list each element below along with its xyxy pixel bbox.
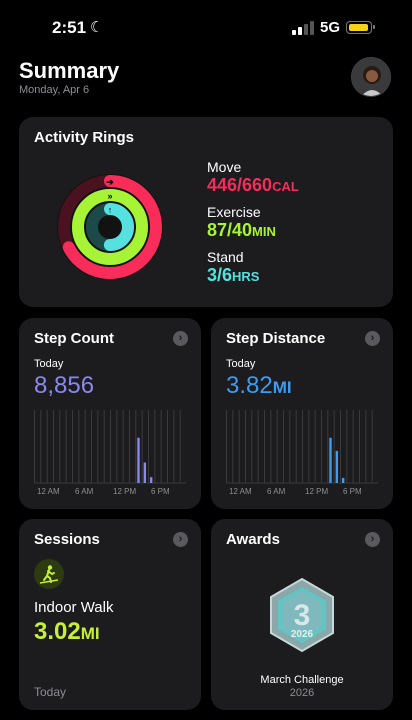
chevron-right-icon[interactable]: ›	[173, 331, 188, 346]
sessions-title: Sessions	[34, 531, 100, 548]
exercise-unit: MIN	[252, 224, 276, 239]
step-distance-axis-12am: 12 AM	[229, 487, 252, 496]
page-title: Summary	[19, 58, 120, 83]
step-count-axis-6am: 6 AM	[75, 487, 94, 496]
activity-rings-card[interactable]: Activity Rings ➔ » ↑ Move 446/660CAL Exe…	[19, 117, 393, 307]
chevron-right-icon[interactable]: ›	[173, 532, 188, 547]
step-distance-value: 3.82	[226, 372, 273, 399]
activity-rings-graphic: ➔ » ↑	[57, 174, 163, 280]
step-distance-period: Today	[226, 358, 256, 370]
awards-title: Awards	[226, 531, 280, 548]
move-unit: CAL	[272, 179, 299, 194]
step-distance-axis-12pm: 12 PM	[305, 487, 329, 496]
page-date: Monday, Apr 6	[19, 84, 90, 96]
stand-label: Stand	[207, 249, 244, 265]
indoor-walk-icon	[34, 559, 64, 589]
profile-avatar[interactable]	[351, 57, 391, 97]
move-label: Move	[207, 159, 242, 175]
step-count-title: Step Count	[34, 330, 114, 347]
move-arrow-icon: ➔	[106, 177, 114, 187]
chevron-right-icon[interactable]: ›	[365, 532, 380, 547]
step-count-bar-hour-17	[143, 462, 147, 483]
svg-text:➔: ➔	[106, 177, 114, 187]
step-distance-unit: MI	[272, 378, 292, 397]
cellular-signal-icon	[292, 21, 314, 35]
battery-icon	[346, 21, 375, 34]
award-badge-icon: 3 2026	[270, 577, 334, 653]
session-activity-name: Indoor Walk	[34, 599, 114, 616]
session-distance-value: 3.02	[34, 618, 81, 645]
activity-rings-title: Activity Rings	[34, 129, 135, 146]
status-time: 2:51	[52, 18, 87, 37]
network-type: 5G	[320, 19, 341, 36]
award-name: March Challenge	[260, 674, 344, 686]
exercise-metric: Exercise 87/40MIN	[207, 204, 276, 242]
step-distance-axis-6pm: 6 PM	[343, 487, 362, 496]
step-distance-title: Step Distance	[226, 330, 326, 347]
step-count-bar-hour-16	[137, 437, 140, 483]
step-distance-bar-hour-16	[329, 437, 332, 483]
status-bar: 2:51 ☾ 5G	[0, 0, 412, 54]
svg-text:2026: 2026	[291, 629, 314, 640]
session-period: Today	[34, 685, 67, 699]
sessions-card[interactable]: Sessions › Indoor Walk 3.02MI Today	[19, 519, 201, 710]
step-distance-card[interactable]: Step Distance › Today 3.82MI 12 AM 6 AM …	[211, 318, 393, 509]
step-count-period: Today	[34, 358, 64, 370]
stand-value: 3/6	[207, 265, 233, 285]
step-count-axis-6pm: 6 PM	[151, 487, 170, 496]
exercise-value: 87/40	[207, 220, 253, 240]
move-value: 446/660	[207, 175, 273, 195]
step-count-card[interactable]: Step Count › Today 8,856 12 AM 6 AM 12 P…	[19, 318, 201, 509]
step-count-axis-12pm: 12 PM	[113, 487, 137, 496]
step-count-chart	[34, 410, 186, 484]
award-year: 2026	[289, 687, 315, 699]
stand-metric: Stand 3/6HRS	[207, 249, 259, 287]
stand-unit: HRS	[232, 269, 260, 284]
move-metric: Move 446/660CAL	[207, 159, 299, 197]
stand-arrow-icon: ↑	[108, 205, 113, 215]
chevron-right-icon[interactable]: ›	[365, 331, 380, 346]
step-distance-bar-hour-17	[335, 450, 339, 483]
step-count-bar-hour-18	[149, 477, 153, 483]
awards-card[interactable]: Awards › 3 2026 March Challenge 2026	[211, 519, 393, 710]
step-count-axis-12am: 12 AM	[37, 487, 60, 496]
step-count-value: 8,856	[34, 372, 95, 399]
avatar-image	[352, 58, 390, 96]
session-distance-unit: MI	[80, 624, 100, 643]
step-distance-bar-hour-18	[341, 477, 345, 483]
svg-text:3: 3	[294, 599, 311, 632]
step-distance-chart	[226, 410, 378, 484]
svg-text:↑: ↑	[108, 205, 113, 215]
exercise-label: Exercise	[207, 204, 261, 220]
svg-text:»: »	[107, 191, 112, 201]
exercise-arrow-icon: »	[107, 191, 112, 201]
step-distance-axis-6am: 6 AM	[267, 487, 286, 496]
focus-moon-icon: ☾	[90, 19, 104, 36]
